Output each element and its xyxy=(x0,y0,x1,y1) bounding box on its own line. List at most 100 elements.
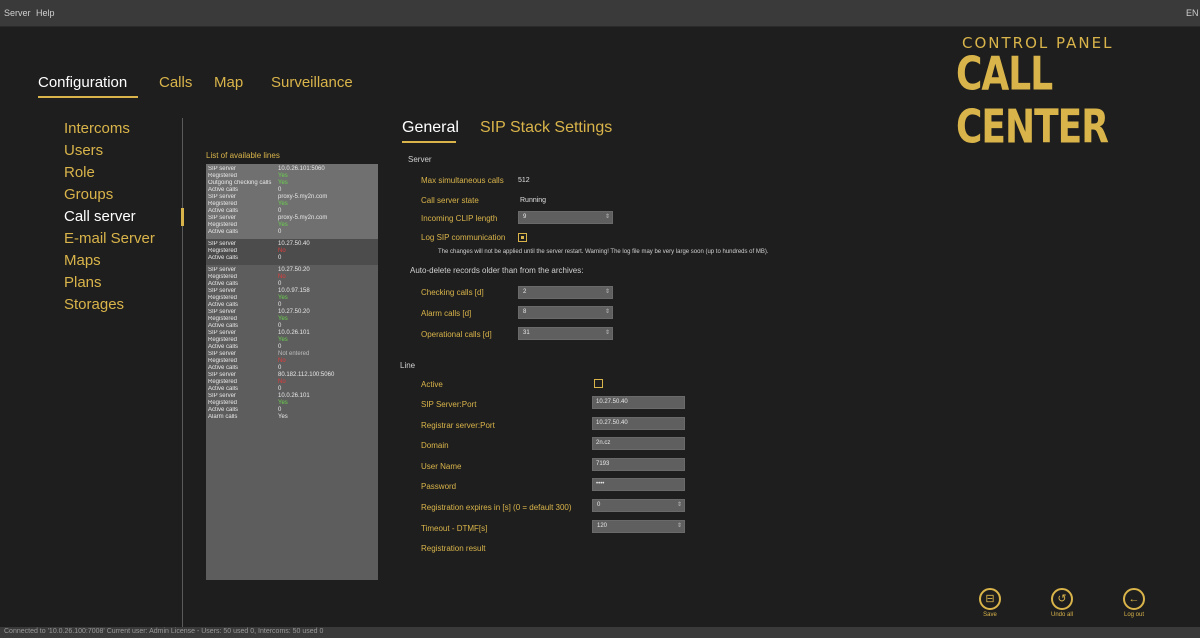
sip-server-port-field[interactable]: 10.27.50.40 xyxy=(592,396,685,409)
sidebar-item-email-server[interactable]: E-mail Server xyxy=(64,228,184,250)
line-entry-row: Active calls 0 xyxy=(208,386,376,393)
restart-warning-note: The changes will not be applied until th… xyxy=(438,249,769,255)
line-entry-group[interactable]: SIP server 10.27.50.20 Registered No Active … xyxy=(206,265,378,424)
registrar-port-field[interactable]: 10.27.50.40 xyxy=(592,417,685,430)
menu-server[interactable]: Server xyxy=(4,8,31,18)
line-entry-key: Active calls xyxy=(208,255,239,261)
line-entry-key: SIP server xyxy=(208,215,236,221)
stepper-arrows-icon[interactable]: ⇕ xyxy=(677,521,682,532)
password-label: Password xyxy=(421,482,457,491)
save-button[interactable]: ⊟ Save xyxy=(970,588,1010,618)
language-indicator[interactable]: EN xyxy=(1186,8,1199,18)
call-server-state-label: Call server state xyxy=(421,196,479,205)
line-entry-value: 10.0.26.101 xyxy=(278,393,310,399)
save-icon: ⊟ xyxy=(979,588,1001,610)
log-out-button[interactable]: ← Log out xyxy=(1114,588,1154,618)
log-sip-checkbox[interactable] xyxy=(518,233,527,242)
clip-length-stepper[interactable]: 9 ⇕ xyxy=(518,211,613,224)
lines-list-title: List of available lines xyxy=(206,151,280,160)
operational-calls-label: Operational calls [d] xyxy=(421,330,492,339)
line-entry-value: Yes xyxy=(278,337,288,343)
password-field[interactable]: •••• xyxy=(592,478,685,491)
registrar-port-label: Registrar server:Port xyxy=(421,421,495,430)
line-entry-value: No xyxy=(278,379,286,385)
line-entry-key: SIP server xyxy=(208,393,236,399)
alarm-calls-label: Alarm calls [d] xyxy=(421,309,472,318)
clip-length-label: Incoming CLIP length xyxy=(421,214,498,223)
line-entry-row: SIP server 10.27.50.20 xyxy=(208,309,376,316)
auto-delete-title: Auto-delete records older than from the … xyxy=(410,266,584,275)
line-entry-key: Active calls xyxy=(208,407,239,413)
tab-configuration[interactable]: Configuration xyxy=(38,74,127,91)
stepper-arrows-icon[interactable]: ⇕ xyxy=(605,212,610,223)
stepper-arrows-icon[interactable]: ⇕ xyxy=(677,500,682,511)
line-entry-value: Yes xyxy=(278,400,288,406)
line-entry-value: 0 xyxy=(278,386,282,392)
line-entry-row: Active calls 0 xyxy=(208,187,376,194)
sidebar-item-role[interactable]: Role xyxy=(64,162,184,184)
line-entry-key: SIP server xyxy=(208,351,236,357)
line-entry-row: Registered Yes xyxy=(208,400,376,407)
menu-help[interactable]: Help xyxy=(36,8,55,18)
tab-map[interactable]: Map xyxy=(214,74,243,91)
line-entry-value: Yes xyxy=(278,295,288,301)
line-entry-value: 0 xyxy=(278,323,282,329)
line-entry-row: Active calls 0 xyxy=(208,302,376,309)
alarm-calls-value: 8 xyxy=(523,309,527,315)
line-entry-value: 10.0.97.158 xyxy=(278,288,310,294)
line-entry-key: Active calls xyxy=(208,208,239,214)
sidebar-item-plans[interactable]: Plans xyxy=(64,272,184,294)
line-active-checkbox[interactable] xyxy=(594,379,603,388)
stepper-arrows-icon[interactable]: ⇕ xyxy=(605,287,610,298)
server-section-title: Server xyxy=(408,155,432,164)
lines-list[interactable]: SIP server 10.0.26.101:5060 Registered Yes O… xyxy=(206,164,378,580)
tab-sip-stack-settings[interactable]: SIP Stack Settings xyxy=(480,119,612,137)
line-entry-group[interactable]: SIP server 10.0.26.101:5060 Registered Yes O… xyxy=(206,164,378,239)
alarm-calls-stepper[interactable]: 8 ⇕ xyxy=(518,306,613,319)
line-entry-row: Registered Yes xyxy=(208,316,376,323)
line-entry-key: Registered xyxy=(208,358,238,364)
line-entry-row: SIP server 10.0.26.101 xyxy=(208,393,376,400)
domain-field[interactable]: 2n.cz xyxy=(592,437,685,450)
menu-bar: Server Help EN xyxy=(0,0,1200,27)
stepper-arrows-icon[interactable]: ⇕ xyxy=(605,307,610,318)
line-entry-value: 0 xyxy=(278,302,282,308)
line-entry-row: SIP server Not entered xyxy=(208,351,376,358)
line-entry-group[interactable]: SIP server 10.27.50.40 Registered No Active … xyxy=(206,239,378,265)
registration-expires-value: 0 xyxy=(597,502,601,508)
save-label: Save xyxy=(983,612,997,618)
sidebar-item-maps[interactable]: Maps xyxy=(64,250,184,272)
tab-surveillance[interactable]: Surveillance xyxy=(271,74,353,91)
user-name-field[interactable]: 7193 xyxy=(592,458,685,471)
operational-calls-value: 31 xyxy=(523,330,530,336)
tab-general[interactable]: General xyxy=(402,119,459,137)
sidebar-item-storages[interactable]: Storages xyxy=(64,294,184,316)
user-name-label: User Name xyxy=(421,462,462,471)
line-entry-row: Registered Yes xyxy=(208,173,376,180)
sidebar-item-call-server[interactable]: Call server xyxy=(64,206,184,228)
line-entry-value: 10.27.50.20 xyxy=(278,309,310,315)
registration-expires-stepper[interactable]: 0 ⇕ xyxy=(592,499,685,512)
status-bar: Connected to '10.0.26.100:7008' Current … xyxy=(0,627,1200,638)
line-entry-key: SIP server xyxy=(208,166,236,172)
line-entry-key: Registered xyxy=(208,295,238,301)
line-entry-key: Registered xyxy=(208,316,238,322)
active-tab-underline xyxy=(38,96,138,98)
line-entry-key: Active calls xyxy=(208,365,239,371)
line-entry-row: Active calls 0 xyxy=(208,323,376,330)
line-entry-key: Active calls xyxy=(208,229,239,235)
undo-all-button[interactable]: ↺ Undo all xyxy=(1042,588,1082,618)
line-entry-row: SIP server 10.0.26.101 xyxy=(208,330,376,337)
line-entry-value: proxy-5.my2n.com xyxy=(278,194,328,200)
stepper-arrows-icon[interactable]: ⇕ xyxy=(605,328,610,339)
dtmf-timeout-stepper[interactable]: 120 ⇕ xyxy=(592,520,685,533)
sidebar-item-groups[interactable]: Groups xyxy=(64,184,184,206)
sidebar-item-intercoms[interactable]: Intercoms xyxy=(64,118,184,140)
operational-calls-stepper[interactable]: 31 ⇕ xyxy=(518,327,613,340)
line-entry-key: SIP server xyxy=(208,330,236,336)
checking-calls-stepper[interactable]: 2 ⇕ xyxy=(518,286,613,299)
sidebar-item-users[interactable]: Users xyxy=(64,140,184,162)
tab-calls[interactable]: Calls xyxy=(159,74,192,91)
line-entry-key: Registered xyxy=(208,274,238,280)
line-entry-value: Yes xyxy=(278,414,288,420)
